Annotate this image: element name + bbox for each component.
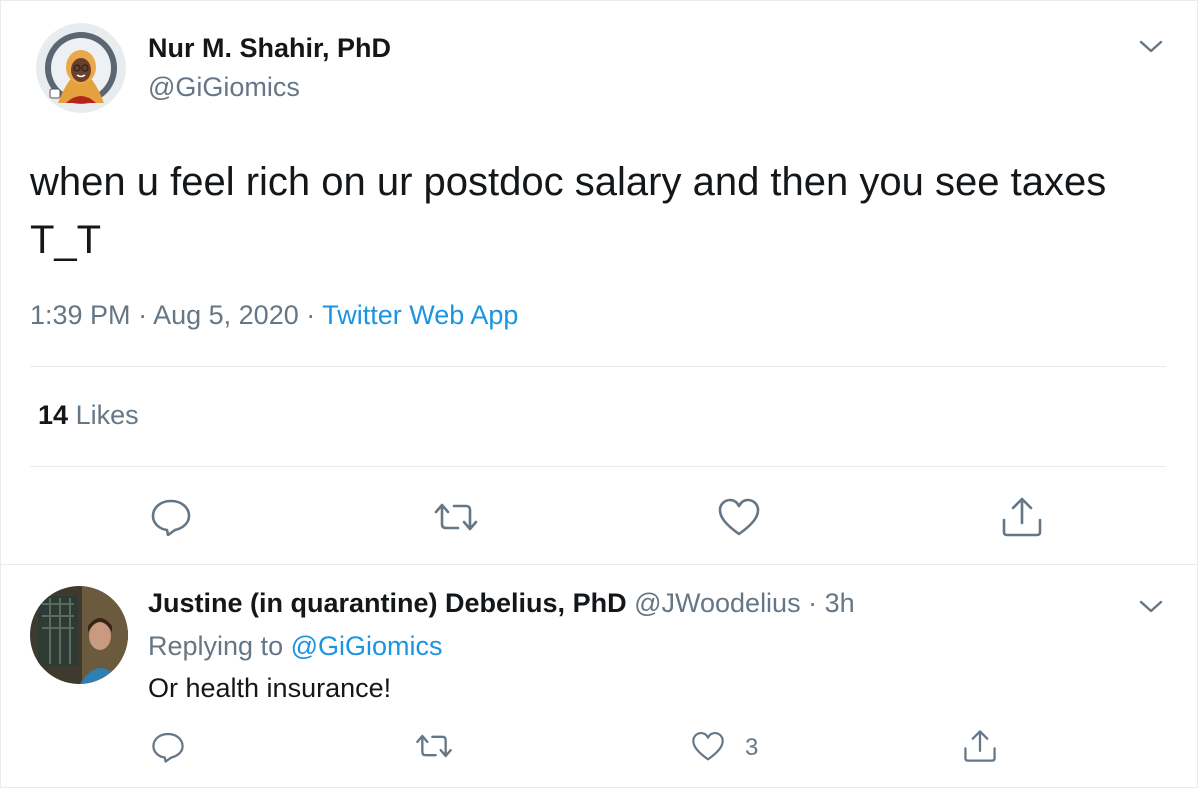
likes-count: 14 bbox=[38, 400, 69, 430]
author-avatar[interactable] bbox=[36, 23, 126, 113]
tweet-separator bbox=[0, 564, 1198, 565]
like-icon[interactable] bbox=[691, 731, 725, 763]
meta-separator: · bbox=[306, 300, 316, 330]
tweet-time[interactable]: 1:39 PM bbox=[30, 300, 131, 330]
reply-author-handle[interactable]: @JWoodelius bbox=[634, 588, 800, 618]
tweet-source-link[interactable]: Twitter Web App bbox=[322, 300, 518, 330]
tweet-date[interactable]: Aug 5, 2020 bbox=[153, 300, 299, 330]
retweet-icon[interactable] bbox=[432, 502, 480, 532]
like-icon[interactable] bbox=[717, 498, 761, 538]
meta-separator: · bbox=[138, 300, 148, 330]
meta-separator: · bbox=[808, 588, 818, 618]
author-handle[interactable]: @GiGiomics bbox=[148, 72, 300, 103]
reply-header: Justine (in quarantine) Debelius, PhD @J… bbox=[148, 588, 855, 619]
tweet-text: when u feel rich on ur postdoc salary an… bbox=[30, 160, 1107, 262]
replying-to-line: Replying to @GiGiomics bbox=[148, 631, 443, 662]
divider bbox=[30, 366, 1166, 367]
divider bbox=[30, 466, 1166, 467]
likes-label: Likes bbox=[75, 400, 139, 430]
chevron-down-icon[interactable] bbox=[1138, 596, 1164, 621]
share-icon[interactable] bbox=[963, 729, 997, 763]
reply-like-count: 3 bbox=[745, 734, 759, 761]
reply-author-name[interactable]: Justine (in quarantine) Debelius, PhD bbox=[148, 588, 627, 618]
tweet-card bbox=[0, 0, 1198, 788]
reply-text: Or health insurance! bbox=[148, 673, 392, 703]
reply-icon[interactable] bbox=[150, 498, 192, 536]
tweet-meta: 1:39 PM · Aug 5, 2020 · Twitter Web App bbox=[30, 300, 518, 331]
reply-timestamp[interactable]: 3h bbox=[825, 588, 855, 618]
share-icon[interactable] bbox=[1001, 496, 1043, 538]
replying-to-label: Replying to bbox=[148, 631, 284, 661]
likes-summary[interactable]: 14 Likes bbox=[38, 400, 139, 431]
chevron-down-icon[interactable] bbox=[1138, 36, 1164, 61]
reply-author-avatar[interactable] bbox=[30, 586, 128, 684]
author-name[interactable]: Nur M. Shahir, PhD bbox=[148, 33, 391, 64]
retweet-icon[interactable] bbox=[414, 733, 454, 759]
replying-to-link[interactable]: @GiGiomics bbox=[291, 631, 443, 661]
reply-icon[interactable] bbox=[151, 731, 185, 763]
